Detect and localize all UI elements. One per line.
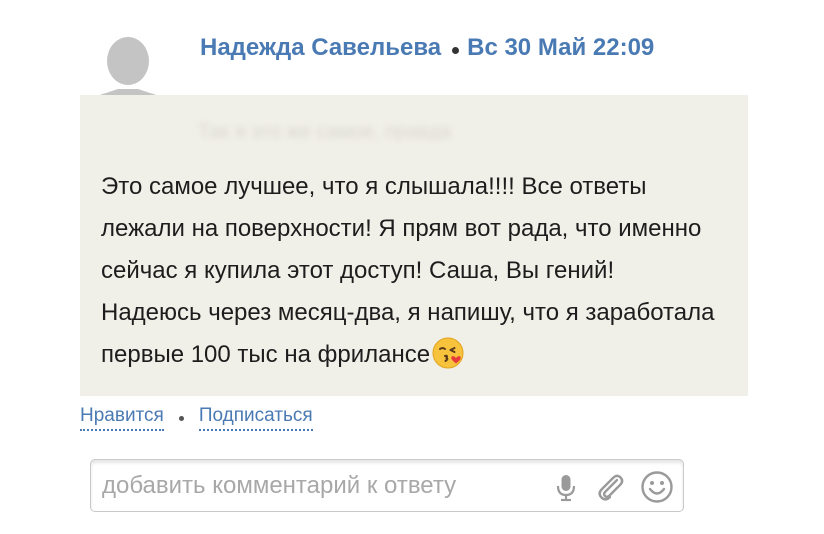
- kissing-face-with-heart-emoji: [432, 337, 464, 369]
- comment-input[interactable]: [100, 469, 544, 503]
- paperclip-icon[interactable]: [593, 470, 627, 504]
- author-name[interactable]: Надежда Савельева: [200, 34, 441, 62]
- answer-card: Так я это же самое, правда Это самое луч…: [80, 95, 748, 396]
- microphone-icon[interactable]: [549, 470, 583, 504]
- answer-text: Это самое лучшее, что я слышала!!!! Все …: [101, 166, 721, 376]
- post-actions: Нравится Подписаться: [80, 405, 313, 431]
- action-separator-dot: [178, 415, 184, 421]
- like-link[interactable]: Нравится: [80, 405, 164, 431]
- subscribe-link[interactable]: Подписаться: [198, 405, 313, 431]
- blurred-title: Так я это же самое, правда: [198, 121, 452, 141]
- separator-dot: [452, 46, 460, 54]
- post-date[interactable]: Вс 30 Май 22:09: [467, 34, 654, 62]
- post-header: Надежда Савельева Вс 30 Май 22:09: [200, 34, 654, 62]
- smiley-icon[interactable]: [640, 470, 674, 504]
- answer-text-content: Это самое лучшее, что я слышала!!!! Все …: [101, 173, 715, 368]
- comment-box: [90, 459, 684, 512]
